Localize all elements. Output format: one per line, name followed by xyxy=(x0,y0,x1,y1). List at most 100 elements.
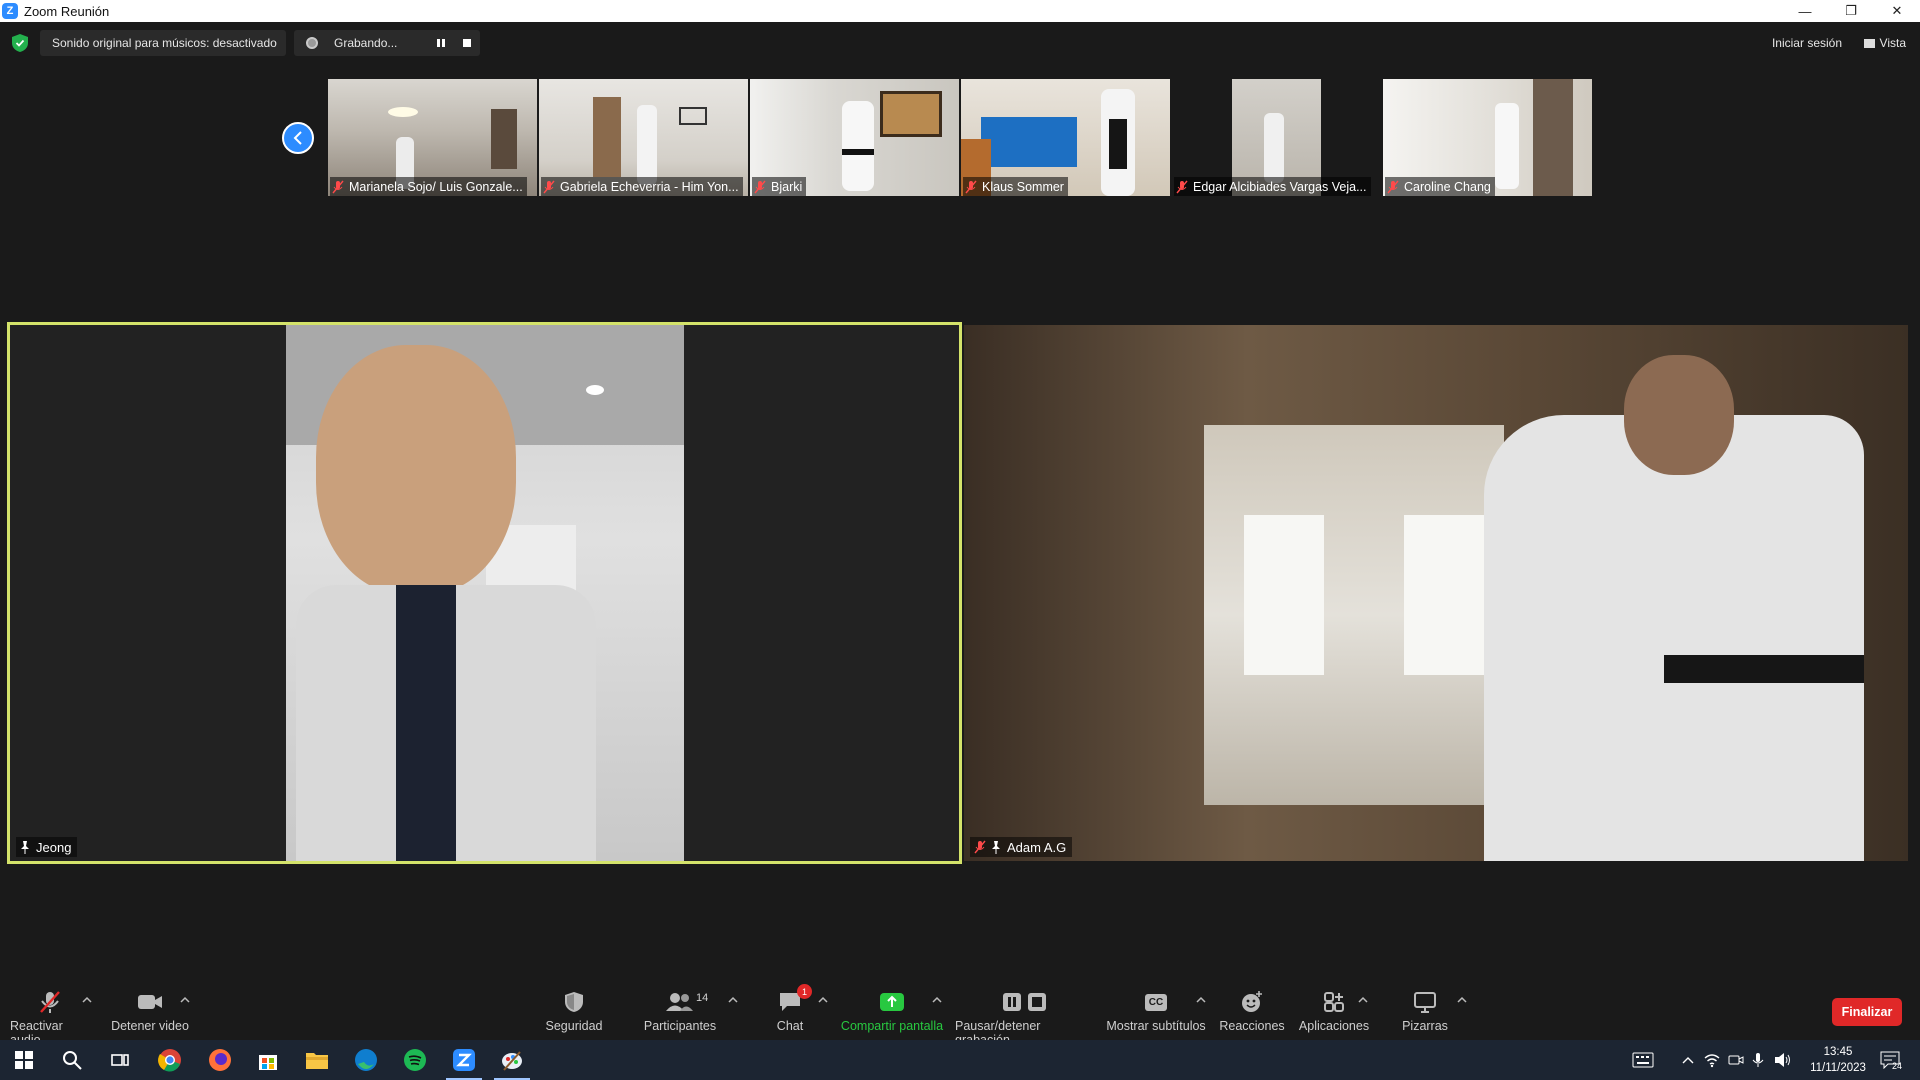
participant-name-tag: Gabriela Echeverria - Him Yon... xyxy=(541,177,743,196)
camera-tray-icon[interactable] xyxy=(1728,1040,1744,1080)
chat-label: Chat xyxy=(776,1019,804,1033)
participant-name-tag: Bjarki xyxy=(752,177,807,196)
mic-muted-icon xyxy=(754,180,766,193)
mic-muted-icon xyxy=(332,180,344,193)
paint-app-icon[interactable] xyxy=(500,1048,524,1072)
video-frame xyxy=(964,325,1908,861)
file-explorer-icon[interactable] xyxy=(305,1048,329,1072)
search-icon[interactable] xyxy=(60,1048,84,1072)
apps-label: Aplicaciones xyxy=(1298,1019,1370,1033)
apps-options-caret-icon[interactable] xyxy=(1358,996,1368,1004)
end-meeting-button[interactable]: Finalizar xyxy=(1832,998,1902,1026)
participant-name-tag: Marianela Sojo/ Luis Gonzale... xyxy=(330,177,527,196)
mic-muted-icon xyxy=(39,990,61,1014)
previous-page-button[interactable] xyxy=(282,122,314,154)
participant-name: Jeong xyxy=(36,839,72,855)
notification-center-icon[interactable]: 24 xyxy=(1880,1040,1902,1080)
apps-icon xyxy=(1323,990,1345,1014)
notification-count: 24 xyxy=(1892,1061,1903,1071)
unmute-button[interactable]: Reactivar audio xyxy=(10,990,90,1047)
stop-video-label: Detener video xyxy=(111,1019,189,1033)
participant-name-tag: Edgar Alcibiades Vargas Veja... xyxy=(1174,177,1371,196)
network-icon[interactable] xyxy=(1704,1040,1720,1080)
participant-name-tag: Caroline Chang xyxy=(1385,177,1495,196)
participant-thumbnail[interactable]: Klaus Sommer xyxy=(961,79,1170,196)
grid-view-icon xyxy=(1863,38,1875,48)
whiteboards-button[interactable]: Pizarras xyxy=(1400,990,1450,1033)
show-hidden-icons-icon[interactable] xyxy=(1682,1040,1694,1080)
spotify-icon[interactable] xyxy=(403,1048,427,1072)
meeting-toolbar: Reactivar audio Detener video Seguridad … xyxy=(0,982,1920,1047)
chat-options-caret-icon[interactable] xyxy=(818,996,828,1004)
active-speaker-tile[interactable]: Jeong xyxy=(7,322,962,864)
pause-recording-icon[interactable] xyxy=(436,38,446,48)
zoom-logo-icon: Z xyxy=(2,3,18,19)
audio-options-caret-icon[interactable] xyxy=(82,996,92,1004)
clock-time: 13:45 xyxy=(1823,1046,1853,1058)
encryption-shield-icon[interactable] xyxy=(12,34,28,52)
video-frame xyxy=(286,325,684,861)
participant-thumbnail[interactable]: Edgar Alcibiades Vargas Veja... xyxy=(1172,79,1381,196)
stop-video-button[interactable]: Detener video xyxy=(110,990,190,1033)
clock-date: 11/11/2023 xyxy=(1810,1062,1866,1074)
original-sound-indicator[interactable]: Sonido original para músicos: desactivad… xyxy=(40,30,286,56)
chrome-icon[interactable] xyxy=(158,1048,182,1072)
recording-label: Grabando... xyxy=(334,36,398,50)
pause-stop-recording-button[interactable]: Pausar/detener grabación xyxy=(955,990,1095,1047)
pin-icon xyxy=(992,840,1000,854)
participant-name: Marianela Sojo/ Luis Gonzale... xyxy=(349,179,523,194)
system-clock[interactable]: 13:45 11/11/2023 xyxy=(1806,1044,1870,1076)
recording-indicator: Grabando... xyxy=(294,30,480,56)
captions-icon-text: CC xyxy=(1144,993,1168,1011)
microsoft-store-icon[interactable] xyxy=(256,1048,280,1072)
view-button[interactable]: Vista xyxy=(1863,36,1906,50)
participant-name: Caroline Chang xyxy=(1404,179,1491,194)
participants-button[interactable]: 14 Participantes xyxy=(640,990,720,1033)
participant-name: Klaus Sommer xyxy=(982,179,1064,194)
security-label: Seguridad xyxy=(545,1019,603,1033)
whiteboards-label: Pizarras xyxy=(1402,1019,1448,1033)
participant-name: Adam A.G xyxy=(1007,839,1067,855)
shield-icon xyxy=(564,990,584,1014)
minimize-icon[interactable]: — xyxy=(1782,0,1828,22)
participants-icon: 14 xyxy=(666,990,708,1014)
participants-count: 14 xyxy=(696,992,709,1004)
windows-taskbar: 13:45 11/11/2023 24 xyxy=(0,1040,1920,1080)
participant-thumbnail[interactable]: Caroline Chang xyxy=(1383,79,1592,196)
windows-start-icon[interactable] xyxy=(12,1048,36,1072)
reactions-button[interactable]: Reacciones xyxy=(1219,990,1285,1033)
close-icon[interactable]: ✕ xyxy=(1874,0,1920,22)
participant-name: Gabriela Echeverria - Him Yon... xyxy=(560,179,739,194)
captions-options-caret-icon[interactable] xyxy=(1196,996,1206,1004)
share-screen-button[interactable]: Compartir pantalla xyxy=(840,990,944,1033)
touch-keyboard-icon[interactable] xyxy=(1632,1040,1654,1080)
edge-icon[interactable] xyxy=(354,1048,378,1072)
window-title: Zoom Reunión xyxy=(24,3,110,19)
mic-muted-icon xyxy=(974,840,986,854)
video-camera-icon xyxy=(137,990,163,1014)
sign-in-link[interactable]: Iniciar sesión xyxy=(1772,36,1842,50)
recording-dot-icon xyxy=(306,37,318,49)
mic-muted-icon xyxy=(543,180,555,193)
participant-thumbnail[interactable]: Marianela Sojo/ Luis Gonzale... xyxy=(328,79,537,196)
participant-tile[interactable]: Adam A.G xyxy=(964,325,1908,861)
volume-icon[interactable] xyxy=(1774,1040,1792,1080)
video-options-caret-icon[interactable] xyxy=(180,996,190,1004)
microphone-tray-icon[interactable] xyxy=(1752,1040,1764,1080)
restore-icon[interactable]: ❐ xyxy=(1828,0,1874,22)
share-screen-label: Compartir pantalla xyxy=(840,1019,944,1033)
captions-label: Mostrar subtítulos xyxy=(1106,1019,1206,1033)
chat-unread-badge: 1 xyxy=(797,984,812,999)
zoom-app-icon[interactable] xyxy=(452,1048,476,1072)
stop-recording-icon[interactable] xyxy=(462,38,472,48)
task-view-icon[interactable] xyxy=(108,1048,132,1072)
participants-options-caret-icon[interactable] xyxy=(728,996,738,1004)
participant-thumbnail[interactable]: Gabriela Echeverria - Him Yon... xyxy=(539,79,748,196)
share-options-caret-icon[interactable] xyxy=(932,996,942,1004)
firefox-icon[interactable] xyxy=(208,1048,232,1072)
captions-button[interactable]: CC Mostrar subtítulos xyxy=(1106,990,1206,1033)
whiteboards-options-caret-icon[interactable] xyxy=(1457,996,1467,1004)
chat-button[interactable]: 1 Chat xyxy=(770,984,812,1033)
participant-thumbnail[interactable]: Bjarki xyxy=(750,79,959,196)
security-button[interactable]: Seguridad xyxy=(544,990,604,1033)
